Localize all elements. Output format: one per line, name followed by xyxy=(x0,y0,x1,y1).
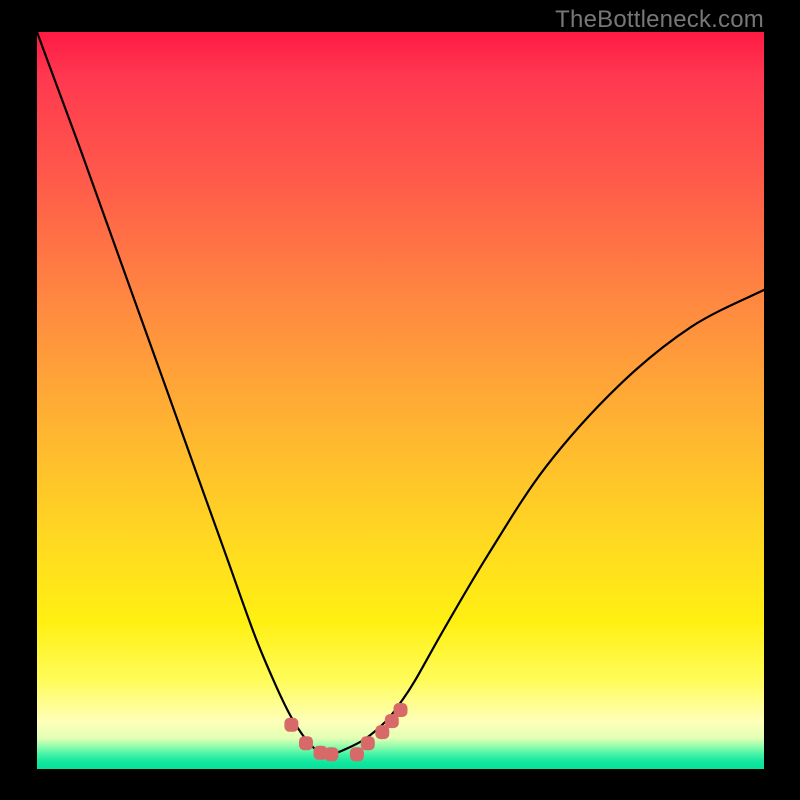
bottleneck-curve xyxy=(37,32,764,755)
curve-svg xyxy=(37,32,764,769)
curve-marker xyxy=(284,718,298,732)
curve-marker xyxy=(324,747,338,761)
curve-marker xyxy=(299,736,313,750)
plot-area xyxy=(37,32,764,769)
marker-group xyxy=(284,703,407,761)
curve-marker xyxy=(350,747,364,761)
curve-marker xyxy=(394,703,408,717)
curve-marker xyxy=(361,736,375,750)
chart-frame: TheBottleneck.com xyxy=(0,0,800,800)
watermark-text: TheBottleneck.com xyxy=(555,6,764,34)
